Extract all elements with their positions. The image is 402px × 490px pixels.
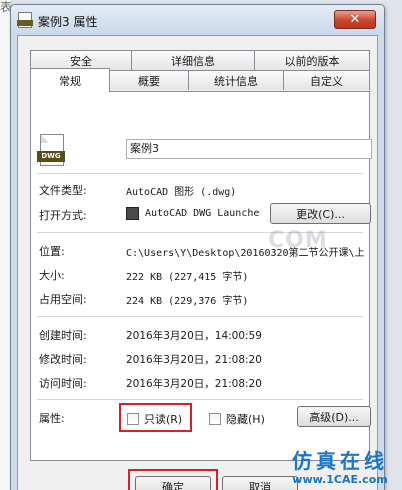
tab-label: 常规 xyxy=(59,74,81,88)
file-type-label: 文件类型: xyxy=(39,184,87,197)
tab-general[interactable]: 常规 xyxy=(30,68,110,92)
tab-security[interactable]: 安全 xyxy=(30,50,132,70)
change-button-label: 更改(C)... xyxy=(296,207,345,221)
window-title: 案例3 属性 xyxy=(38,15,98,29)
accessed-label: 访问时间: xyxy=(39,377,87,390)
location-value: C:\Users\Y\Desktop\20160320第二节公开课\上 xyxy=(126,248,365,259)
accessed-value: 2016年3月20日，21:08:20 xyxy=(126,378,262,390)
hidden-label[interactable]: 隐藏(H) xyxy=(226,411,265,427)
size-label: 大小: xyxy=(39,269,65,282)
location-label: 位置: xyxy=(39,245,65,258)
advanced-button[interactable]: 高级(D)... xyxy=(297,406,371,427)
file-name-input[interactable]: 案例3 xyxy=(126,139,372,159)
brand-url: www.1CAE.com xyxy=(292,473,388,486)
modified-value: 2016年3月20日，21:08:20 xyxy=(126,354,262,366)
size-value: 222 KB (227,415 字节) xyxy=(126,272,249,283)
tab-statistics[interactable]: 统计信息 xyxy=(188,70,284,90)
file-type-value: AutoCAD 图形 (.dwg) xyxy=(126,187,237,198)
close-button[interactable]: ✕ xyxy=(334,10,376,29)
open-with-label: 打开方式: xyxy=(39,209,87,222)
cancel-button-label: 取消 xyxy=(249,481,271,490)
tab-label: 以前的版本 xyxy=(284,54,340,68)
tab-label: 自定义 xyxy=(310,74,343,88)
tab-label: 概要 xyxy=(138,74,160,88)
change-button[interactable]: 更改(C)... xyxy=(270,203,371,224)
properties-window: 案例3 属性 ✕ 安全 详细信息 以前的版本 常规 概要 统计信息 自定义 DW… xyxy=(10,4,385,490)
tab-custom[interactable]: 自定义 xyxy=(283,70,370,90)
watermark-text: COM xyxy=(268,228,328,253)
tab-previous-versions[interactable]: 以前的版本 xyxy=(254,50,370,70)
autocad-app-icon xyxy=(126,207,139,220)
hidden-checkbox[interactable] xyxy=(209,413,221,425)
separator xyxy=(37,316,363,317)
tab-label: 统计信息 xyxy=(214,74,258,88)
readonly-label[interactable]: 只读(R) xyxy=(144,411,182,427)
separator xyxy=(37,399,363,400)
close-icon: ✕ xyxy=(349,12,361,27)
advanced-button-label: 高级(D)... xyxy=(309,410,359,424)
tab-label: 安全 xyxy=(70,54,92,68)
ok-button[interactable]: 确定 xyxy=(135,476,211,490)
tab-summary[interactable]: 概要 xyxy=(109,70,189,90)
brand-watermark: 仿真在线 www.1CAE.com xyxy=(284,445,396,486)
separator xyxy=(37,173,363,174)
created-label: 创建时间: xyxy=(39,329,87,342)
dwg-title-icon xyxy=(17,12,33,28)
dialog-body: 安全 详细信息 以前的版本 常规 概要 统计信息 自定义 DWG 案例3 文件类… xyxy=(17,35,378,490)
title-bar[interactable]: 案例3 属性 ✕ xyxy=(11,5,384,35)
tab-label: 详细信息 xyxy=(171,54,215,68)
general-panel: DWG 案例3 文件类型: AutoCAD 图形 (.dwg) 打开方式: Au… xyxy=(30,91,372,461)
created-value: 2016年3月20日，14:00:59 xyxy=(126,330,262,342)
open-with-value: AutoCAD DWG Launche xyxy=(145,208,260,219)
disk-size-value: 224 KB (229,376 字节) xyxy=(126,296,249,307)
disk-size-label: 占用空间: xyxy=(39,293,87,306)
dwg-badge: DWG xyxy=(37,151,65,162)
dwg-file-icon: DWG xyxy=(37,134,65,166)
readonly-checkbox[interactable] xyxy=(127,413,139,425)
brand-title: 仿真在线 xyxy=(292,449,388,473)
attributes-label: 属性: xyxy=(39,412,65,425)
tab-details[interactable]: 详细信息 xyxy=(131,50,255,70)
ok-button-label: 确定 xyxy=(162,481,184,490)
modified-label: 修改时间: xyxy=(39,353,87,366)
